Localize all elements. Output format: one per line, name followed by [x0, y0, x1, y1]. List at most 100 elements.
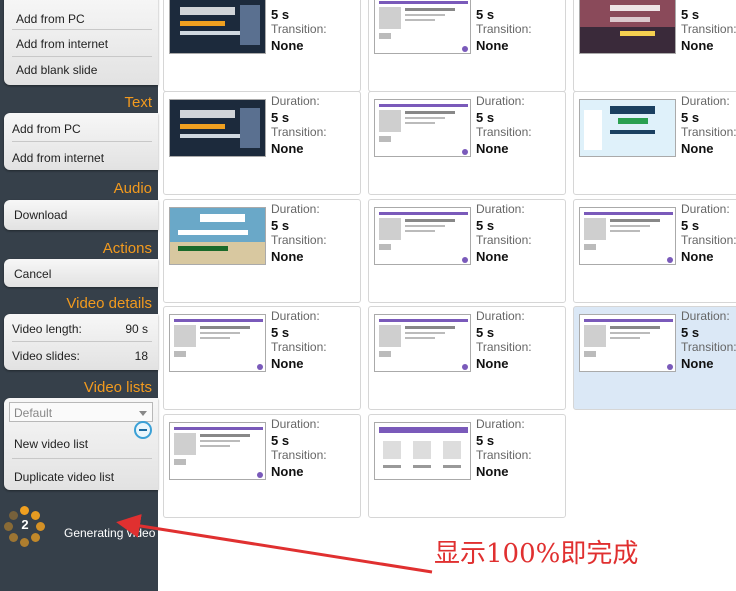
slide-thumbnail[interactable]: [579, 0, 676, 54]
add-text-from-pc-button[interactable]: Add from PC: [12, 122, 81, 136]
transition-label: Transition:: [476, 340, 532, 354]
slide-card[interactable]: Duration: 5 s Transition: None: [573, 91, 736, 195]
audio-section-title: Audio: [113, 180, 152, 197]
duration-value[interactable]: 5 s: [476, 433, 494, 448]
slide-card[interactable]: 5 s Transition: None: [368, 0, 566, 92]
slide-thumbnail[interactable]: [374, 0, 471, 54]
video-list-select[interactable]: Default: [9, 402, 153, 422]
slide-thumbnail[interactable]: [374, 207, 471, 265]
images-panel: Add from PC Add from internet Add blank …: [4, 0, 158, 85]
duration-label: Duration:: [271, 417, 320, 431]
transition-value[interactable]: None: [271, 356, 304, 371]
slide-card[interactable]: Duration: 5 s Transition: None: [368, 306, 566, 410]
duration-value[interactable]: 5 s: [681, 7, 699, 22]
add-blank-slide-button[interactable]: Add blank slide: [16, 63, 97, 77]
slide-thumbnail[interactable]: [169, 207, 266, 265]
transition-value[interactable]: None: [476, 249, 509, 264]
add-text-from-internet-button[interactable]: Add from internet: [12, 151, 104, 165]
duration-value[interactable]: 5 s: [476, 110, 494, 125]
transition-value[interactable]: None: [271, 141, 304, 156]
duration-value[interactable]: 5 s: [476, 7, 494, 22]
separator: [12, 341, 152, 342]
slide-thumbnail-image: [170, 423, 265, 479]
slide-card[interactable]: Duration: 5 s Transition: None: [163, 414, 361, 518]
slide-grid: 5 s Transition: None 5 s Transition: None 5 sT…: [158, 0, 736, 591]
slide-thumbnail-image: [375, 100, 470, 156]
remove-video-list-icon[interactable]: [134, 421, 152, 439]
slide-thumbnail[interactable]: [374, 422, 471, 480]
transition-label: Transition:: [271, 125, 327, 139]
transition-value[interactable]: None: [476, 464, 509, 479]
download-audio-button[interactable]: Download: [14, 208, 67, 222]
add-image-from-pc-button[interactable]: Add from PC: [16, 12, 85, 26]
transition-label: Transition:: [476, 125, 532, 139]
slide-card[interactable]: Duration: 5 s Transition: None: [163, 91, 361, 195]
new-video-list-button[interactable]: New video list: [14, 437, 88, 451]
slide-card[interactable]: Duration: 5 s Transition: None: [368, 199, 566, 303]
transition-label: Transition:: [476, 22, 532, 36]
separator: [12, 141, 152, 142]
duration-value[interactable]: 5 s: [271, 325, 289, 340]
slide-thumbnail[interactable]: [169, 0, 266, 54]
slide-thumbnail[interactable]: [169, 422, 266, 480]
transition-value[interactable]: None: [271, 464, 304, 479]
slide-card[interactable]: Duration: 5 s Transition: None: [368, 91, 566, 195]
separator: [12, 29, 152, 30]
transition-value[interactable]: None: [681, 38, 714, 53]
duration-value[interactable]: 5 s: [476, 325, 494, 340]
transition-value[interactable]: None: [681, 356, 714, 371]
slide-thumbnail[interactable]: [374, 314, 471, 372]
duration-label: Duration:: [681, 202, 730, 216]
duration-label: Duration:: [681, 309, 730, 323]
duration-value[interactable]: 5 s: [681, 218, 699, 233]
transition-label: Transition:: [681, 340, 736, 354]
video-lists-panel: Default New video list Duplicate video l…: [4, 398, 158, 490]
duration-value[interactable]: 5 s: [271, 433, 289, 448]
add-image-from-internet-button[interactable]: Add from internet: [16, 37, 108, 51]
transition-value[interactable]: None: [681, 141, 714, 156]
slide-thumbnail-image: [580, 315, 675, 371]
slide-card[interactable]: 5 s Transition: None: [163, 0, 361, 92]
slide-card[interactable]: 5 s Transition: None: [573, 0, 736, 92]
slide-thumbnail-image: [580, 100, 675, 156]
slide-card[interactable]: Duration: 5 s Transition: None: [163, 306, 361, 410]
transition-value[interactable]: None: [476, 141, 509, 156]
slide-thumbnail-image: [580, 208, 675, 264]
duration-value[interactable]: 5 s: [476, 218, 494, 233]
slide-thumbnail[interactable]: [169, 99, 266, 157]
actions-section-title: Actions: [102, 240, 152, 257]
video-length-value: 90 s: [125, 322, 148, 336]
duration-value[interactable]: 5 s: [271, 7, 289, 22]
slide-card[interactable]: Duration: 5 s Transition: None: [573, 306, 736, 410]
duration-value[interactable]: 5 s: [681, 110, 699, 125]
transition-label: Transition:: [681, 22, 736, 36]
slide-thumbnail[interactable]: [374, 99, 471, 157]
transition-value[interactable]: None: [476, 38, 509, 53]
slide-thumbnail[interactable]: [579, 207, 676, 265]
duplicate-video-list-button[interactable]: Duplicate video list: [14, 470, 114, 484]
slide-card[interactable]: Duration: 5 s Transition: None: [163, 199, 361, 303]
duration-label: Duration:: [681, 94, 730, 108]
slide-thumbnail[interactable]: [579, 99, 676, 157]
spinner-dot: [31, 533, 40, 542]
duration-value[interactable]: 5 s: [681, 325, 699, 340]
separator: [12, 458, 152, 459]
chevron-down-icon: [139, 411, 147, 416]
transition-label: Transition:: [271, 22, 327, 36]
slide-thumbnail[interactable]: [169, 314, 266, 372]
separator: [12, 56, 152, 57]
slide-card[interactable]: Duration: 5 s Transition: None: [573, 199, 736, 303]
duration-value[interactable]: 5 s: [271, 110, 289, 125]
duration-value[interactable]: 5 s: [271, 218, 289, 233]
slide-thumbnail[interactable]: [579, 314, 676, 372]
slide-thumbnail-image: [375, 315, 470, 371]
transition-value[interactable]: None: [271, 38, 304, 53]
transition-value[interactable]: None: [271, 249, 304, 264]
cancel-button[interactable]: Cancel: [14, 267, 51, 281]
transition-value[interactable]: None: [681, 249, 714, 264]
duration-label: Duration:: [476, 94, 525, 108]
spinner-dot: [9, 533, 18, 542]
slide-card[interactable]: Duration: 5 s Transition: None: [368, 414, 566, 518]
transition-value[interactable]: None: [476, 356, 509, 371]
video-lists-section-title: Video lists: [83, 379, 152, 396]
